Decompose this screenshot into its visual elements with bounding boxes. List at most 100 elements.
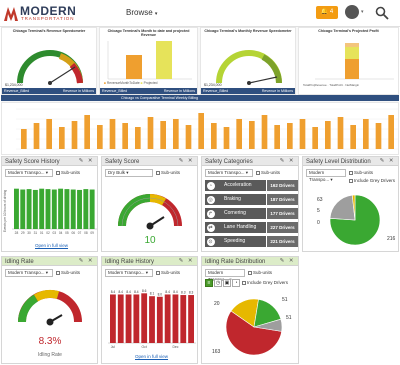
weekly-bar <box>249 121 255 149</box>
category-lane-handling[interactable]: ⇄ Lane Handling 227 Drivers <box>205 222 298 233</box>
safety-score-widget: Safety Score ✎ ✕ Dry Bulk ▾ Sub-units 10 <box>101 156 198 252</box>
subunits-checkbox[interactable]: Sub-units <box>349 169 373 177</box>
subunits-checkbox[interactable]: Sub-units <box>248 269 272 277</box>
bar <box>77 189 82 229</box>
pin-icon: ✎ <box>78 158 85 164</box>
bar <box>172 294 179 343</box>
subunits-checkbox[interactable]: Sub-units <box>56 269 80 277</box>
include-grey-drivers-checkbox[interactable]: Include Grey Drivers <box>349 177 395 185</box>
avatar[interactable] <box>345 5 359 19</box>
widget-controls[interactable]: ✎ ✕ <box>380 158 395 164</box>
bar <box>156 296 163 343</box>
widget-header: Idling Rate Distribution ✎ ✕ <box>202 257 298 266</box>
organization-dropdown[interactable]: Modern Transpo... ▾ <box>205 269 245 282</box>
panel-title: Chicago Terminal's Projected Profit <box>318 29 379 33</box>
category-acceleration[interactable]: ◔ Acceleration 162 Drivers <box>205 180 298 191</box>
subunits-checkbox[interactable]: Sub-units <box>56 169 80 177</box>
tick-label: 01 <box>40 231 44 235</box>
score-value: 10 <box>144 235 156 246</box>
bar <box>58 188 64 229</box>
widget-header: Safety Score ✎ ✕ <box>102 157 197 166</box>
tick-label: 06 <box>71 231 75 235</box>
include-grey-drivers-checkbox[interactable]: Include Grey Drivers <box>242 279 288 287</box>
pie-label: 20 <box>214 301 220 307</box>
pie-label: 51 <box>286 315 292 321</box>
data-label: 8.4 <box>173 290 178 294</box>
tick-label: 09 <box>90 231 94 235</box>
organization-dropdown[interactable]: Modern Transpo... ▾ <box>306 169 346 182</box>
month-to-date-panel: Chicago Terminal's Month to date and pro… <box>99 27 198 95</box>
widget-header: Idling Rate ✎ ✕ <box>2 257 97 266</box>
tick-label: Oct <box>142 345 147 349</box>
mtd-bar-chart <box>107 41 192 80</box>
data-label: 8.6 <box>142 289 147 293</box>
category-cornering[interactable]: ↱ Cornering 177 Drivers <box>205 208 298 219</box>
widget-header: Safety Level Distribution ✎ ✕ <box>303 157 398 166</box>
chart-legend: ■ RevenueMonthToDate ■ Projected <box>104 81 158 85</box>
widget-controls[interactable]: ✎ ✕ <box>179 158 194 164</box>
widget-controls[interactable]: ✎ ✕ <box>280 158 295 164</box>
bar <box>51 189 57 229</box>
fleet-dropdown[interactable]: Dry Bulk ▾ <box>105 169 153 177</box>
chevron-down-icon: ▾ <box>154 11 158 17</box>
chevron-down-icon[interactable]: ▾ <box>361 9 364 15</box>
pie-label: 51 <box>282 297 288 303</box>
safety-score-gauge: 10 <box>118 194 182 246</box>
weekly-billing-chart <box>1 102 399 155</box>
subunits-checkbox[interactable]: Sub-units <box>156 269 180 277</box>
close-icon: ✕ <box>187 158 194 164</box>
widget-controls[interactable]: ✎ ✕ <box>79 258 94 264</box>
bar <box>39 188 45 229</box>
category-speeding[interactable]: ⊙ Speeding 221 Drivers <box>205 236 298 247</box>
company-logo[interactable]: MODERN TRANSPORTATION <box>4 4 114 23</box>
safety-score-history-widget: Safety Score History ✎ ✕ Modern Transpo.… <box>1 156 98 252</box>
organization-dropdown[interactable]: Modern Transpo... ▾ <box>205 169 253 177</box>
bar <box>133 294 140 343</box>
widget-controls[interactable]: ✎ ✕ <box>179 258 194 264</box>
weekly-bar <box>261 115 268 149</box>
category-braking[interactable]: ◎ Braking 187 Drivers <box>205 194 298 205</box>
notification-count: 4 <box>329 9 334 15</box>
weekly-bar <box>185 125 192 149</box>
organization-dropdown[interactable]: Modern Transpo... ▾ <box>5 269 53 277</box>
widget-title: Idling Rate Distribution <box>205 258 266 265</box>
subunits-checkbox[interactable]: Sub-units <box>156 169 180 177</box>
subunits-checkbox[interactable]: Sub-units <box>256 169 280 177</box>
filter-all-icon[interactable]: ≡ <box>205 279 213 287</box>
truck-icon[interactable]: ▣ <box>223 279 231 287</box>
organization-dropdown[interactable]: Modern Transpo... ▾ <box>105 269 153 277</box>
bar <box>83 189 89 229</box>
top-bar: MODERN TRANSPORTATION Browse ▾ 🔔 4 ▾ <box>0 0 400 27</box>
bar <box>64 189 70 229</box>
widget-title: Idling Rate <box>5 258 34 265</box>
clock-icon[interactable]: ◷ <box>214 279 222 287</box>
bar <box>14 188 19 229</box>
widget-controls[interactable]: ✎ ✕ <box>79 158 94 164</box>
idling-rate-history-widget: Idling Rate History ✎ ✕ Modern Transpo..… <box>101 256 198 364</box>
data-label: 8.3 <box>181 291 186 295</box>
organization-dropdown[interactable]: Modern Transpo... ▾ <box>5 169 53 177</box>
data-label: 8.4 <box>119 290 124 294</box>
weekly-bar <box>223 127 230 149</box>
notifications-button[interactable]: 🔔 4 <box>316 6 338 19</box>
bar <box>156 41 172 79</box>
bar <box>20 189 26 229</box>
tick-label: 28 <box>15 231 19 235</box>
gauge-icon[interactable]: ◔ <box>232 279 240 287</box>
pin-icon: ✎ <box>279 158 286 164</box>
bar <box>26 189 32 229</box>
y-axis-label: Events per 10 hours of driving <box>3 190 7 233</box>
tick-label: 31 <box>34 231 38 235</box>
search-icon[interactable] <box>375 6 389 20</box>
widget-title: Safety Score <box>105 158 140 165</box>
widget-controls[interactable]: ✎ ✕ <box>280 258 295 264</box>
open-full-view-link[interactable]: Open in full view <box>135 354 168 359</box>
panel-title: Chicago Terminal's Revenue Speedometer <box>12 29 86 33</box>
open-full-view-link[interactable]: Open in full view <box>35 243 68 248</box>
browse-menu[interactable]: Browse ▾ <box>126 8 157 17</box>
bar <box>125 294 132 343</box>
gauge-value: $1,234,000 <box>5 83 23 87</box>
safety-level-distribution-widget: Safety Level Distribution ✎ ✕ Modern Tra… <box>302 156 399 252</box>
browse-label: Browse <box>126 8 153 17</box>
weekly-bar <box>350 125 356 149</box>
